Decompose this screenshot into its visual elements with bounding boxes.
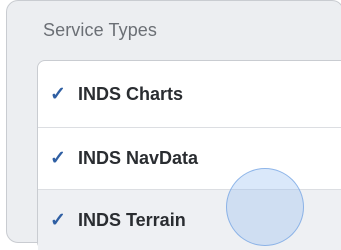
list-item-label: INDS NavData xyxy=(78,147,199,168)
list-item-inds-navdata[interactable]: ✓ INDS NavData xyxy=(38,127,341,188)
checkmark-icon: ✓ xyxy=(50,84,66,105)
section-title: Service Types xyxy=(43,20,158,40)
list-item-label: INDS Terrain xyxy=(78,209,186,230)
list-item-inds-charts[interactable]: ✓ INDS Charts xyxy=(38,64,341,125)
checkmark-icon: ✓ xyxy=(50,209,66,231)
touch-indicator xyxy=(226,168,304,246)
checkmark-icon: ✓ xyxy=(50,147,66,169)
list-item-label: INDS Charts xyxy=(78,84,184,104)
